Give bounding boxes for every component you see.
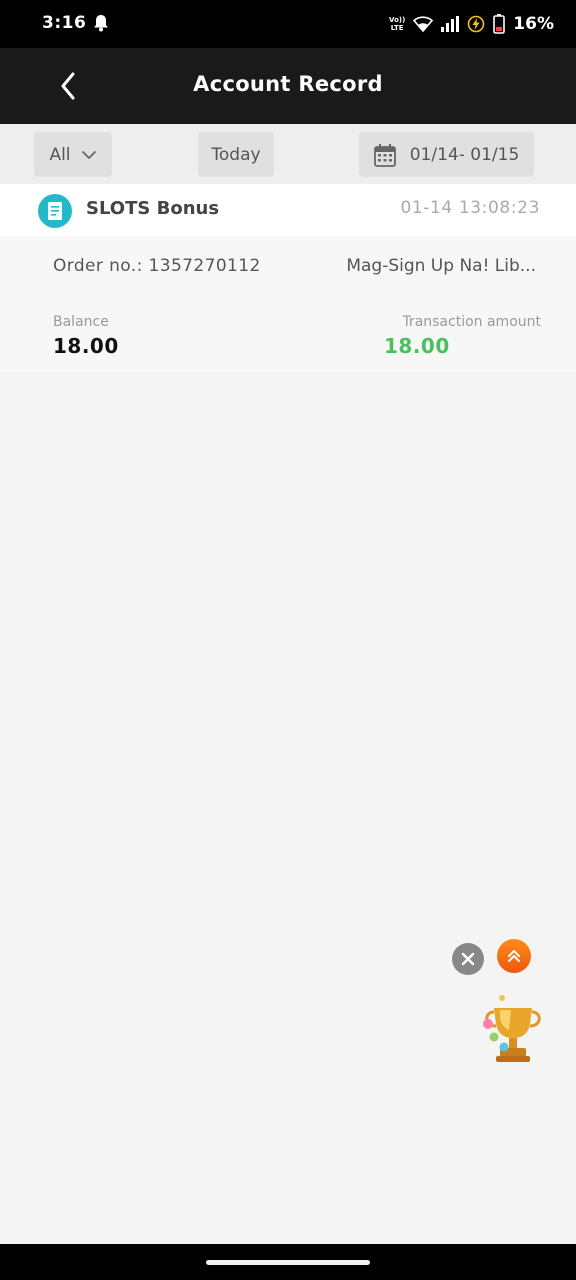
filter-bar: All Today 01/14- 01/15 <box>0 124 576 184</box>
order-number: Order no.: 1357270112 <box>53 256 261 276</box>
status-icons: Vo)) LTE 16% <box>389 12 554 36</box>
close-promo-button[interactable] <box>452 943 484 975</box>
calendar-icon <box>373 143 396 167</box>
type-filter-label: All <box>49 144 71 165</box>
status-time: 3:16 <box>42 13 87 33</box>
balance-label: Balance <box>53 314 109 330</box>
today-filter-button[interactable]: Today <box>198 132 274 177</box>
volte-indicator: Vo)) LTE <box>389 16 406 32</box>
signal-icon <box>441 16 460 32</box>
wifi-icon <box>413 16 434 32</box>
trophy-icon[interactable] <box>478 990 548 1066</box>
record-type: SLOTS Bonus <box>86 198 220 219</box>
notification-bell-icon <box>94 15 108 32</box>
status-bar: 3:16 Vo)) LTE 16% <box>0 0 576 48</box>
double-chevron-up-icon <box>508 950 520 962</box>
page-title: Account Record <box>193 72 383 96</box>
app-header: Account Record <box>0 48 576 124</box>
chevron-down-icon <box>81 150 96 159</box>
type-filter-dropdown[interactable]: All <box>34 132 112 177</box>
receipt-icon <box>38 194 72 228</box>
battery-percent: 16% <box>513 14 554 34</box>
balance-value: 18.00 <box>53 334 119 358</box>
date-range-label: 01/14- 01/15 <box>409 144 520 165</box>
battery-icon <box>493 14 506 34</box>
transaction-amount-label: Transaction amount <box>402 314 541 330</box>
scroll-to-top-button[interactable] <box>497 939 531 973</box>
record-details[interactable]: Order no.: 1357270112 Mag-Sign Up Na! Li… <box>0 236 576 374</box>
power-saver-icon <box>467 15 485 33</box>
record-header[interactable]: SLOTS Bonus 01-14 13:08:23 <box>0 184 576 236</box>
record-description: Mag-Sign Up Na! Lib... <box>346 256 536 276</box>
today-filter-label: Today <box>211 144 261 165</box>
record-timestamp: 01-14 13:08:23 <box>400 198 540 218</box>
navigation-bar <box>0 1244 576 1280</box>
transaction-amount-value: 18.00 <box>384 334 450 358</box>
close-icon <box>461 952 475 966</box>
home-gesture-handle[interactable] <box>206 1260 370 1265</box>
date-range-picker[interactable]: 01/14- 01/15 <box>359 132 534 177</box>
